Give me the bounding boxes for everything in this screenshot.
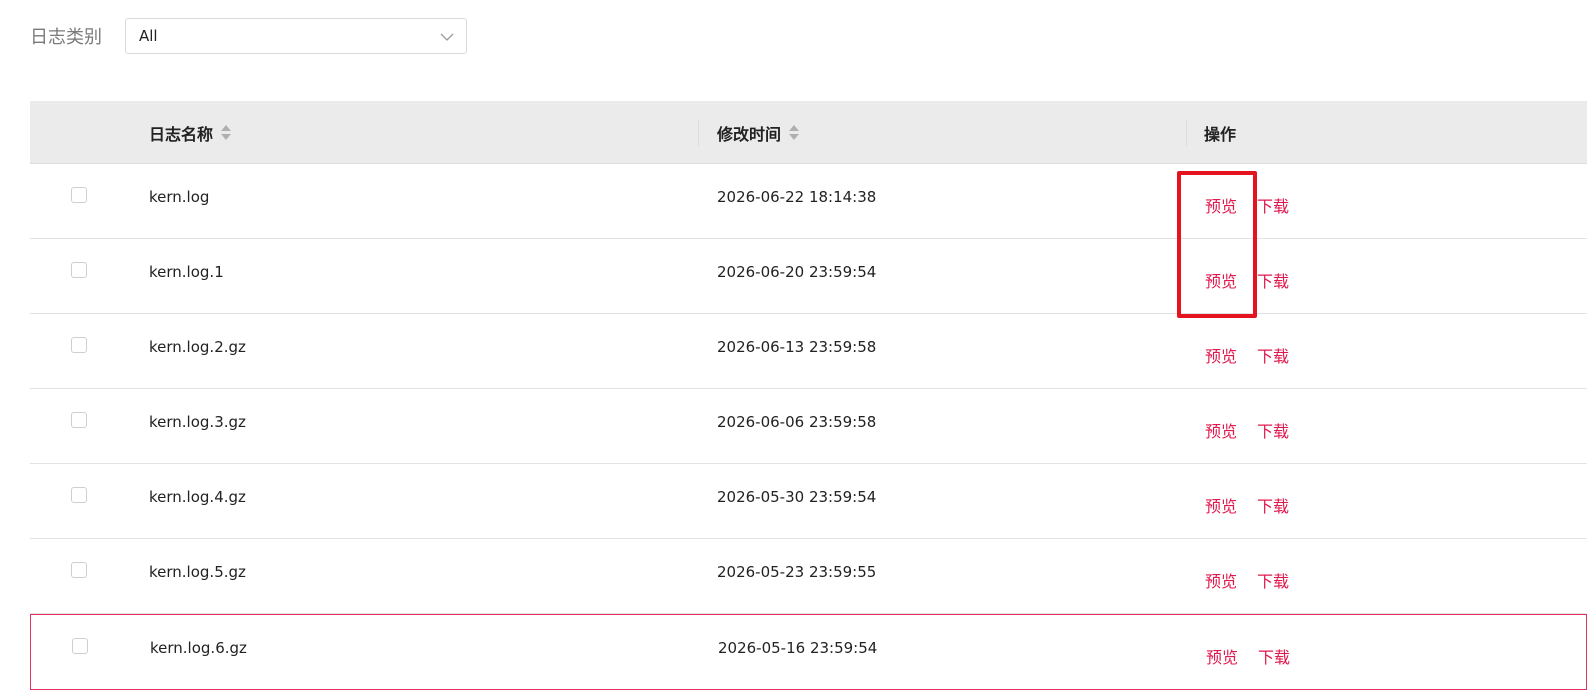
row-checkbox[interactable] [71, 487, 87, 503]
log-name: kern.log.4.gz [149, 488, 246, 506]
log-name: kern.log [149, 188, 210, 206]
table-row: kern.log.1 2026-06-20 23:59:54 预览 下载 [30, 239, 1587, 314]
modified-time: 2026-06-06 23:59:58 [717, 413, 877, 431]
preview-link[interactable]: 预览 [1205, 343, 1237, 367]
log-category-selected-value: All [139, 27, 158, 45]
table-row: kern.log.5.gz 2026-05-23 23:59:55 预览 下载 [30, 539, 1587, 614]
download-link[interactable]: 下载 [1257, 343, 1289, 367]
modified-time: 2026-06-22 18:14:38 [717, 188, 877, 206]
row-checkbox[interactable] [71, 562, 87, 578]
column-header-log-name[interactable]: 日志名称 [149, 101, 232, 164]
preview-link[interactable]: 预览 [1205, 418, 1237, 442]
download-link[interactable]: 下载 [1258, 644, 1290, 668]
modified-time: 2026-05-30 23:59:54 [717, 488, 877, 506]
table-row: kern.log.4.gz 2026-05-30 23:59:54 预览 下载 [30, 464, 1587, 539]
log-name: kern.log.6.gz [150, 639, 247, 657]
table-header: 日志名称 修改时间 操作 [30, 101, 1587, 164]
column-header-log-name-label: 日志名称 [149, 124, 214, 144]
preview-link[interactable]: 预览 [1206, 644, 1238, 668]
table-row-hovered: kern.log.6.gz 2026-05-16 23:59:54 预览 下载 [30, 614, 1587, 690]
log-category-filter: 日志类别 All [30, 17, 467, 55]
log-name: kern.log.3.gz [149, 413, 246, 431]
chevron-down-icon [440, 33, 454, 41]
download-link[interactable]: 下载 [1257, 568, 1289, 592]
table-row: kern.log.3.gz 2026-06-06 23:59:58 预览 下载 [30, 389, 1587, 464]
column-header-operation: 操作 [1204, 101, 1236, 164]
row-checkbox[interactable] [72, 638, 88, 654]
preview-link[interactable]: 预览 [1205, 568, 1237, 592]
download-link[interactable]: 下载 [1257, 268, 1289, 292]
preview-link[interactable]: 预览 [1205, 493, 1237, 517]
log-category-label: 日志类别 [30, 27, 102, 48]
sort-icon[interactable] [221, 124, 232, 141]
log-category-select[interactable]: All [125, 18, 467, 54]
download-link[interactable]: 下载 [1257, 493, 1289, 517]
modified-time: 2026-06-13 23:59:58 [717, 338, 877, 356]
row-checkbox[interactable] [71, 262, 87, 278]
column-header-modified-time-label: 修改时间 [717, 124, 782, 144]
log-name: kern.log.2.gz [149, 338, 246, 356]
preview-link[interactable]: 预览 [1205, 268, 1237, 292]
table-row: kern.log 2026-06-22 18:14:38 预览 下载 [30, 164, 1587, 239]
column-divider [698, 120, 699, 146]
row-checkbox[interactable] [71, 337, 87, 353]
download-link[interactable]: 下载 [1257, 418, 1289, 442]
column-header-operation-label: 操作 [1204, 124, 1237, 144]
modified-time: 2026-05-16 23:59:54 [718, 639, 878, 657]
modified-time: 2026-06-20 23:59:54 [717, 263, 877, 281]
sort-icon[interactable] [789, 124, 800, 141]
log-name: kern.log.1 [149, 263, 224, 281]
modified-time: 2026-05-23 23:59:55 [717, 563, 877, 581]
download-link[interactable]: 下载 [1257, 193, 1289, 217]
column-header-modified-time[interactable]: 修改时间 [717, 101, 800, 164]
table-row: kern.log.2.gz 2026-06-13 23:59:58 预览 下载 [30, 314, 1587, 389]
log-table: 日志名称 修改时间 操作 kern.log 2026-06-22 18:14:3… [30, 101, 1587, 690]
column-divider [1186, 120, 1187, 146]
row-checkbox[interactable] [71, 187, 87, 203]
log-name: kern.log.5.gz [149, 563, 246, 581]
row-checkbox[interactable] [71, 412, 87, 428]
preview-link[interactable]: 预览 [1205, 193, 1237, 217]
